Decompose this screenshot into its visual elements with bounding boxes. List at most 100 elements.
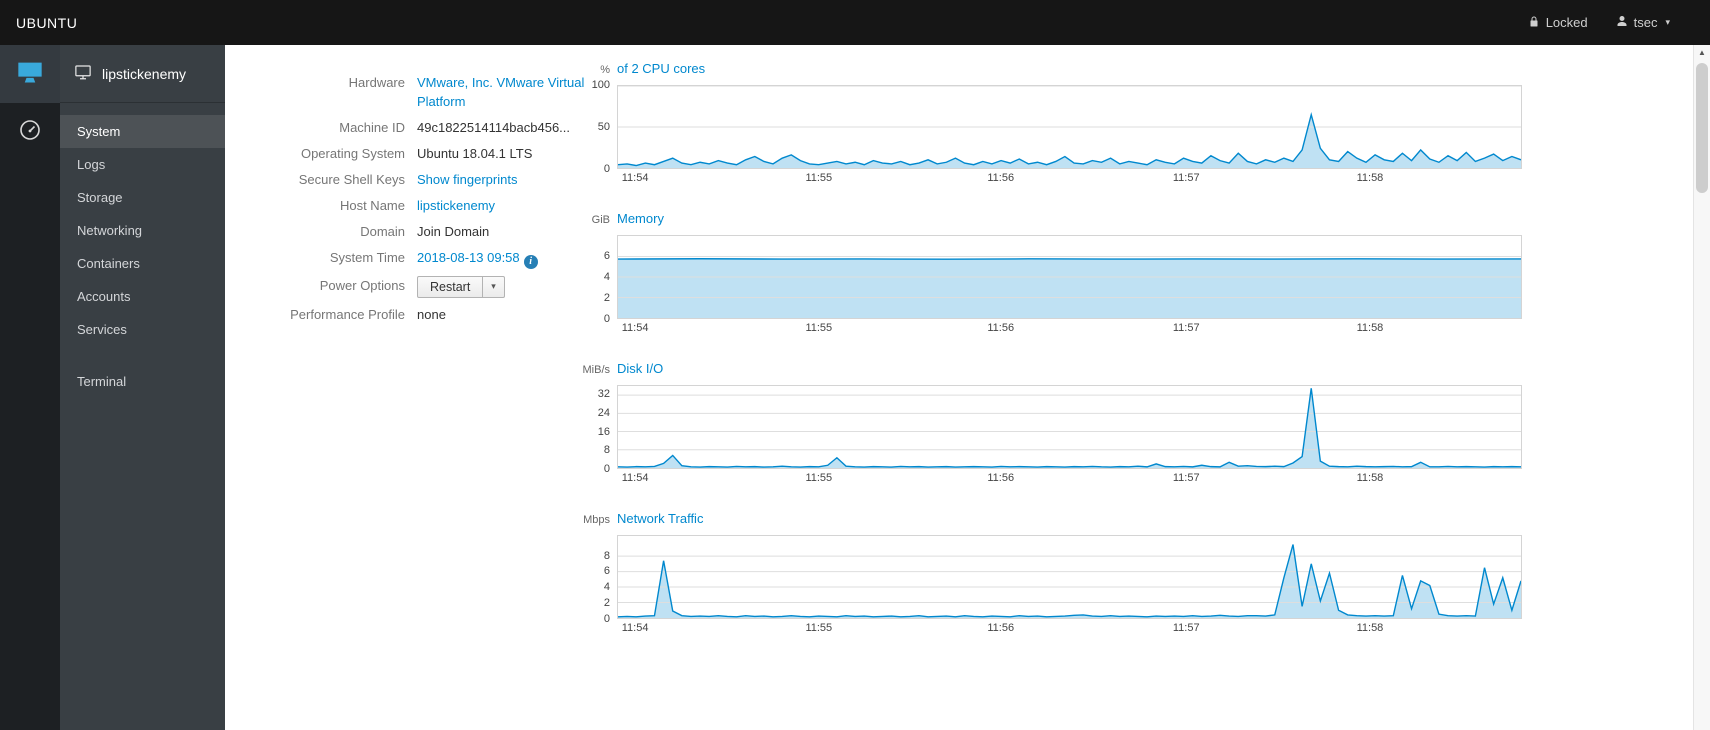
x-axis-tick-label: 11:55 xyxy=(805,472,833,484)
main-content: Hardware VMware, Inc. VMware Virtual Pla… xyxy=(225,45,1710,730)
server-icon xyxy=(16,58,44,91)
x-axis-tick-label: 11:58 xyxy=(1356,472,1384,484)
y-axis-tick-label: 2 xyxy=(603,597,610,610)
x-axis-tick-label: 11:56 xyxy=(987,322,1015,334)
y-axis-tick-label: 0 xyxy=(603,613,610,625)
restart-button[interactable]: Restart xyxy=(417,275,484,298)
y-axis-tick-label: 4 xyxy=(603,271,610,283)
x-axis-tick-label: 11:58 xyxy=(1356,322,1384,334)
power-options-caret-button[interactable]: ▾ xyxy=(483,275,505,298)
chart-x-labels: 11:54 11:55 11:56 11:57 11:58 xyxy=(617,322,1522,337)
chart-memory: GiB Memory 0246 11:54 11:55 11:56 11:57 11:5… xyxy=(575,211,1522,337)
info-label: Secure Shell Keys xyxy=(298,171,405,187)
chart-x-labels: 11:54 11:55 11:56 11:57 11:58 xyxy=(617,472,1522,487)
y-axis-tick-label: 50 xyxy=(597,121,610,133)
chart-x-labels: 11:54 11:55 11:56 11:57 11:58 xyxy=(617,622,1522,637)
chart-plot xyxy=(617,535,1522,619)
user-menu[interactable]: tsec ▾ xyxy=(1602,0,1684,45)
info-label: Power Options xyxy=(319,277,405,293)
chart-plot xyxy=(617,235,1522,319)
sidebar-item-system[interactable]: System xyxy=(60,115,225,148)
info-label: System Time xyxy=(329,249,405,265)
sidebar-item-storage[interactable]: Storage xyxy=(60,181,225,214)
chart-unit-label: % xyxy=(600,64,610,76)
show-fingerprints-link[interactable]: Show fingerprints xyxy=(417,172,517,187)
topbar-right: Locked tsec ▾ xyxy=(1514,0,1710,45)
y-axis-tick-label: 2 xyxy=(603,292,610,304)
y-axis-tick-label: 0 xyxy=(603,163,610,175)
y-axis-tick-label: 32 xyxy=(597,388,610,401)
info-icon[interactable]: i xyxy=(523,254,538,269)
hostname-link[interactable]: lipstickenemy xyxy=(417,198,495,213)
y-axis-tick-label: 0 xyxy=(603,313,610,325)
scrollbar-thumb[interactable] xyxy=(1696,63,1708,193)
chart-y-labels: 0 8 16 24 32 xyxy=(575,385,617,475)
x-axis-tick-label: 11:55 xyxy=(805,322,833,334)
y-axis-tick-label: 100 xyxy=(591,79,610,91)
x-axis-tick-label: 11:54 xyxy=(621,472,649,484)
cpu-chart-title-link[interactable]: of 2 CPU cores xyxy=(617,61,705,76)
chart-disk-io: MiB/s Disk I/O 0 8 16 24 32 11:54 11:55 11:56 1… xyxy=(575,361,1522,487)
host-selector[interactable]: lipstickenemy xyxy=(60,45,225,103)
chart-area-fill xyxy=(618,258,1521,318)
host-computer-icon xyxy=(74,63,92,84)
info-label: Domain xyxy=(360,223,405,239)
machine-icon-strip xyxy=(0,45,60,730)
x-axis-tick-label: 11:57 xyxy=(1172,622,1200,634)
sidebar-item-containers[interactable]: Containers xyxy=(60,247,225,280)
user-icon xyxy=(1616,15,1628,30)
user-name: tsec xyxy=(1633,15,1658,30)
sidebar-item-logs[interactable]: Logs xyxy=(60,148,225,181)
page-scrollbar[interactable]: ▲ xyxy=(1693,45,1710,730)
info-row-performance-profile: Performance Profile none xyxy=(225,301,625,327)
info-row-ssh-keys: Secure Shell Keys Show fingerprints xyxy=(225,166,625,192)
sidebar-item-terminal[interactable]: Terminal xyxy=(60,365,225,398)
chart-y-labels: 0 50 100 xyxy=(575,79,617,175)
chart-cpu: % of 2 CPU cores 0 50 100 11:54 11:55 11:56 1… xyxy=(575,61,1522,187)
hardware-link[interactable]: VMware, Inc. VMware Virtual Platform xyxy=(417,75,584,109)
info-label: Machine ID xyxy=(339,119,405,135)
info-label: Host Name xyxy=(339,197,405,213)
disk-io-chart-title-link[interactable]: Disk I/O xyxy=(617,361,663,376)
sidebar-item-accounts[interactable]: Accounts xyxy=(60,280,225,313)
x-axis-tick-label: 11:56 xyxy=(987,172,1015,184)
sidebar-item-networking[interactable]: Networking xyxy=(60,214,225,247)
app-shell: lipstickenemy System Logs Storage Networ… xyxy=(0,45,1710,730)
machine-tile-server[interactable] xyxy=(0,45,60,103)
x-axis-tick-label: 11:58 xyxy=(1356,172,1384,184)
chart-series-line xyxy=(618,388,1521,467)
chart-unit-label: GiB xyxy=(591,214,610,226)
dashboard-gauge-icon xyxy=(18,118,42,147)
x-axis-tick-label: 11:54 xyxy=(621,172,649,184)
y-axis-tick-label: 16 xyxy=(597,425,610,438)
host-name: lipstickenemy xyxy=(102,65,187,82)
x-axis-tick-label: 11:56 xyxy=(987,472,1015,484)
info-row-os: Operating System Ubuntu 18.04.1 LTS xyxy=(225,140,625,166)
sidebar-item-services[interactable]: Services xyxy=(60,313,225,346)
system-time-link[interactable]: 2018-08-13 09:58 xyxy=(417,250,520,265)
scrollbar-up-arrow[interactable]: ▲ xyxy=(1694,45,1710,61)
chevron-down-icon: ▾ xyxy=(1665,17,1670,27)
x-axis-tick-label: 11:57 xyxy=(1172,172,1200,184)
locked-indicator[interactable]: Locked xyxy=(1514,0,1602,45)
info-row-hostname: Host Name lipstickenemy xyxy=(225,192,625,218)
chart-area-fill xyxy=(618,388,1521,468)
brand-ubuntu: UBUNTU xyxy=(16,14,78,31)
network-traffic-chart-title-link[interactable]: Network Traffic xyxy=(617,511,703,526)
memory-chart-title-link[interactable]: Memory xyxy=(617,211,664,226)
chart-network-traffic: Mbps Network Traffic 02468 11:54 11:55 11:… xyxy=(575,511,1522,637)
x-axis-tick-label: 11:56 xyxy=(987,622,1015,634)
machine-tile-dashboard[interactable] xyxy=(0,103,60,161)
x-axis-tick-label: 11:54 xyxy=(621,322,649,334)
charts-panel: % of 2 CPU cores 0 50 100 11:54 11:55 11:56 1… xyxy=(575,61,1522,661)
x-axis-tick-label: 11:57 xyxy=(1172,472,1200,484)
y-axis-tick-label: 0 xyxy=(603,463,610,475)
chart-unit-label: Mbps xyxy=(583,514,610,526)
info-label: Hardware xyxy=(348,74,405,90)
x-axis-tick-label: 11:55 xyxy=(805,622,833,634)
y-axis-tick-label: 6 xyxy=(603,250,610,262)
x-axis-tick-label: 11:57 xyxy=(1172,322,1200,334)
y-axis-tick-label: 24 xyxy=(597,407,610,419)
chart-unit-label: MiB/s xyxy=(582,364,611,376)
locked-label: Locked xyxy=(1545,15,1588,30)
